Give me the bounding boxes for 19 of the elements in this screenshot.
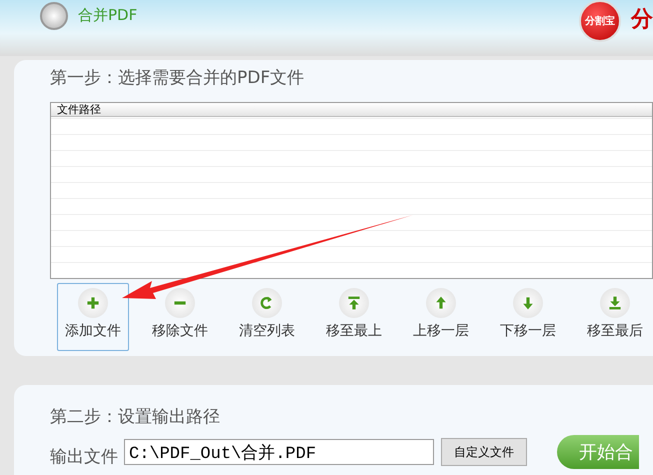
bottom-file-button[interactable]: 移至最后 [579,283,651,351]
brand-logo: 分割宝 [579,0,621,42]
app-logo-icon [40,2,68,30]
up-file-button[interactable]: 上移一层 [405,283,477,351]
plus-icon [85,295,101,311]
column-header: 文件路径 [51,103,652,117]
add-file-button[interactable]: 添加文件 [57,283,129,351]
top-file-button[interactable]: 移至最上 [318,283,390,351]
app-title: 合并PDF [78,6,138,25]
down-file-button[interactable]: 下移一层 [492,283,564,351]
step-title: 第二步：设置输出路径 [50,406,221,429]
clear-file-button[interactable]: 清空列表 [231,283,303,351]
down-arrow-icon [607,295,623,311]
step-title: 第一步：选择需要合并的PDF文件 [50,67,306,90]
custom-file-button[interactable]: 自定义文件 [441,438,527,466]
up-arrow-icon [346,295,362,311]
brand-text: 分 [631,6,653,34]
output-label: 输出文件 [50,446,118,468]
output-path-field[interactable]: C:\PDF_Out\合并.PDF [124,439,434,465]
